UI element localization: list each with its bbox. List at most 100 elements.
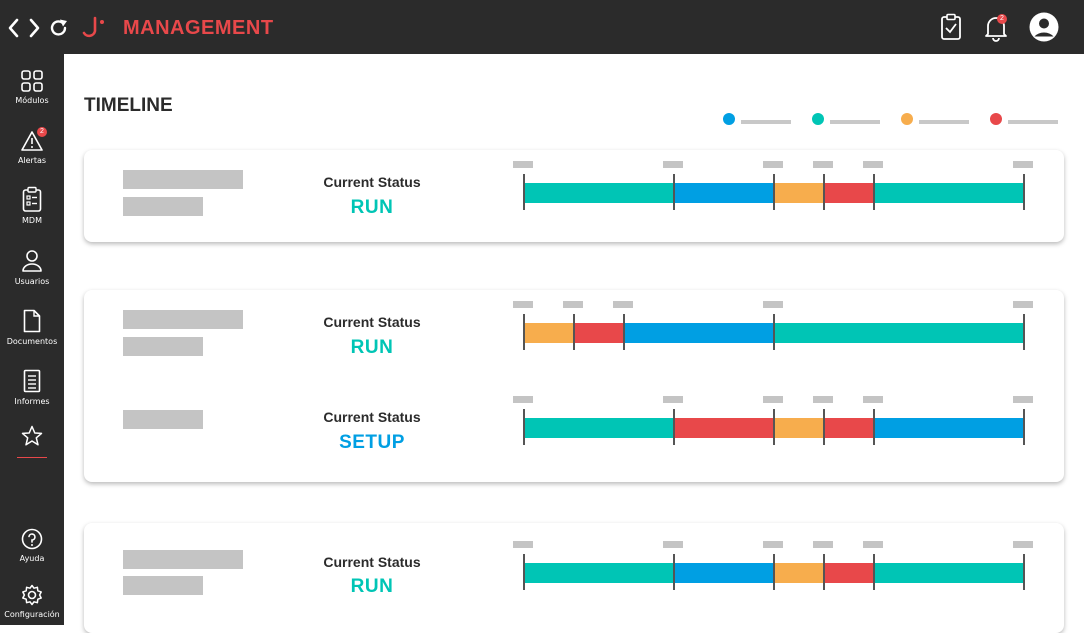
- timeline-segment-warning[interactable]: [774, 563, 824, 583]
- star-icon: [21, 425, 43, 446]
- legend-dot: [990, 113, 1002, 125]
- help-icon: [21, 528, 43, 550]
- sidebar-item-documentos[interactable]: Documentos: [0, 309, 64, 346]
- timeline-tick: [1023, 409, 1025, 445]
- timeline-time-placeholder: [813, 161, 833, 168]
- timeline-segment-run[interactable]: [874, 183, 1024, 203]
- timeline-tick: [823, 174, 825, 210]
- timeline-segment-run[interactable]: [774, 323, 1024, 343]
- timeline-tick: [523, 409, 525, 445]
- timeline-time-placeholder: [663, 396, 683, 403]
- timeline-segment-run[interactable]: [874, 563, 1024, 583]
- refresh-icon[interactable]: [49, 18, 69, 38]
- sidebar-item-configuracion[interactable]: Configuración: [0, 584, 64, 619]
- timeline-time-placeholder: [663, 161, 683, 168]
- page-title: TIMELINE: [84, 95, 173, 116]
- timeline-tick: [573, 314, 575, 350]
- machine-timeline[interactable]: [513, 396, 1033, 445]
- timeline-segment-run[interactable]: [524, 183, 674, 203]
- timeline-time-placeholder: [863, 541, 883, 548]
- top-bar: MANAGEMENT 2: [0, 0, 1084, 54]
- user-avatar-icon[interactable]: [1029, 12, 1059, 42]
- timeline-tick: [673, 409, 675, 445]
- machine-name-placeholder: [123, 550, 243, 569]
- sidebar-item-modulos[interactable]: Módulos: [0, 70, 64, 105]
- timeline-segment-stop[interactable]: [824, 183, 874, 203]
- status-label: Current Status: [323, 174, 421, 190]
- timeline-segment-warning[interactable]: [774, 418, 824, 438]
- timeline-time-placeholder: [763, 301, 783, 308]
- machine-timeline[interactable]: [513, 301, 1033, 350]
- timeline-tick: [773, 554, 775, 590]
- grid-icon: [21, 70, 43, 92]
- legend-dot: [901, 113, 913, 125]
- timeline-segment-setup[interactable]: [674, 183, 774, 203]
- machine-card: Current Status RUN: [84, 150, 1064, 242]
- timeline-segment-stop[interactable]: [824, 563, 874, 583]
- status-label: Current Status: [323, 314, 421, 330]
- timeline-time-placeholder: [513, 396, 533, 403]
- timeline-tick: [673, 554, 675, 590]
- timeline-tick: [773, 409, 775, 445]
- sidebar-item-label: Módulos: [15, 96, 49, 105]
- machine-timeline[interactable]: [513, 541, 1033, 590]
- timeline-tick: [1023, 174, 1025, 210]
- status-label: Current Status: [323, 409, 421, 425]
- timeline-tick: [773, 174, 775, 210]
- timeline-time-placeholder: [513, 161, 533, 168]
- timeline-tick: [1023, 314, 1025, 350]
- timeline-time-placeholder: [663, 541, 683, 548]
- sidebar-item-label: Informes: [14, 397, 50, 406]
- timeline-tick: [873, 174, 875, 210]
- machine-card: Current Status RUN: [84, 523, 1064, 633]
- timeline-tick: [623, 314, 625, 350]
- sidebar-item-informes[interactable]: Informes: [0, 369, 64, 406]
- gear-icon: [22, 584, 42, 606]
- timeline-segment-stop[interactable]: [574, 323, 624, 343]
- timeline-tick: [823, 409, 825, 445]
- status-value: RUN: [350, 197, 394, 218]
- timeline-segment-stop[interactable]: [674, 418, 774, 438]
- legend-item: [901, 112, 973, 126]
- timeline-tick: [773, 314, 775, 350]
- clipboard-list-icon: [22, 186, 42, 212]
- sidebar-item-label: Alertas: [17, 156, 47, 165]
- sidebar-item-ayuda[interactable]: Ayuda: [0, 528, 64, 563]
- timeline-tick: [523, 554, 525, 590]
- code-icon[interactable]: [8, 18, 40, 38]
- timeline-time-placeholder: [863, 396, 883, 403]
- legend-dot: [723, 113, 735, 125]
- legend-item: [990, 112, 1062, 126]
- timeline-segment-warning[interactable]: [524, 323, 574, 343]
- timeline-segment-setup[interactable]: [624, 323, 774, 343]
- sidebar-item-label: Ayuda: [19, 554, 45, 563]
- sidebar-item-mdm[interactable]: MDM: [0, 186, 64, 225]
- sidebar-item-label: Configuración: [4, 610, 60, 619]
- timeline-segment-run[interactable]: [524, 418, 674, 438]
- machine-name-placeholder: [123, 170, 243, 189]
- timeline-segment-stop[interactable]: [824, 418, 874, 438]
- machine-timeline[interactable]: [513, 161, 1033, 210]
- active-indicator: [17, 457, 47, 458]
- timeline-tick: [823, 554, 825, 590]
- sidebar-item-label: Usuarios: [14, 277, 50, 286]
- timeline-tick: [873, 554, 875, 590]
- timeline-time-placeholder: [513, 301, 533, 308]
- timeline-segment-run[interactable]: [524, 563, 674, 583]
- sidebar-item-label: Documentos: [6, 337, 58, 346]
- timeline-time-placeholder: [763, 396, 783, 403]
- timeline-time-placeholder: [763, 161, 783, 168]
- brand-title: MANAGEMENT: [123, 17, 274, 39]
- sidebar-item-alertas[interactable]: 2 Alertas: [0, 127, 64, 165]
- timeline-segment-setup[interactable]: [674, 563, 774, 583]
- status-value: RUN: [350, 337, 394, 358]
- sidebar-item-usuarios[interactable]: Usuarios: [0, 249, 64, 286]
- timeline-time-placeholder: [563, 301, 583, 308]
- timeline-segment-setup[interactable]: [874, 418, 1024, 438]
- clipboard-check-icon[interactable]: [940, 13, 962, 41]
- alert-badge: 2: [37, 127, 47, 137]
- timeline-segment-warning[interactable]: [774, 183, 824, 203]
- status-label: Current Status: [323, 554, 421, 570]
- sidebar-item-favoritos[interactable]: [0, 425, 64, 447]
- timeline-time-placeholder: [513, 541, 533, 548]
